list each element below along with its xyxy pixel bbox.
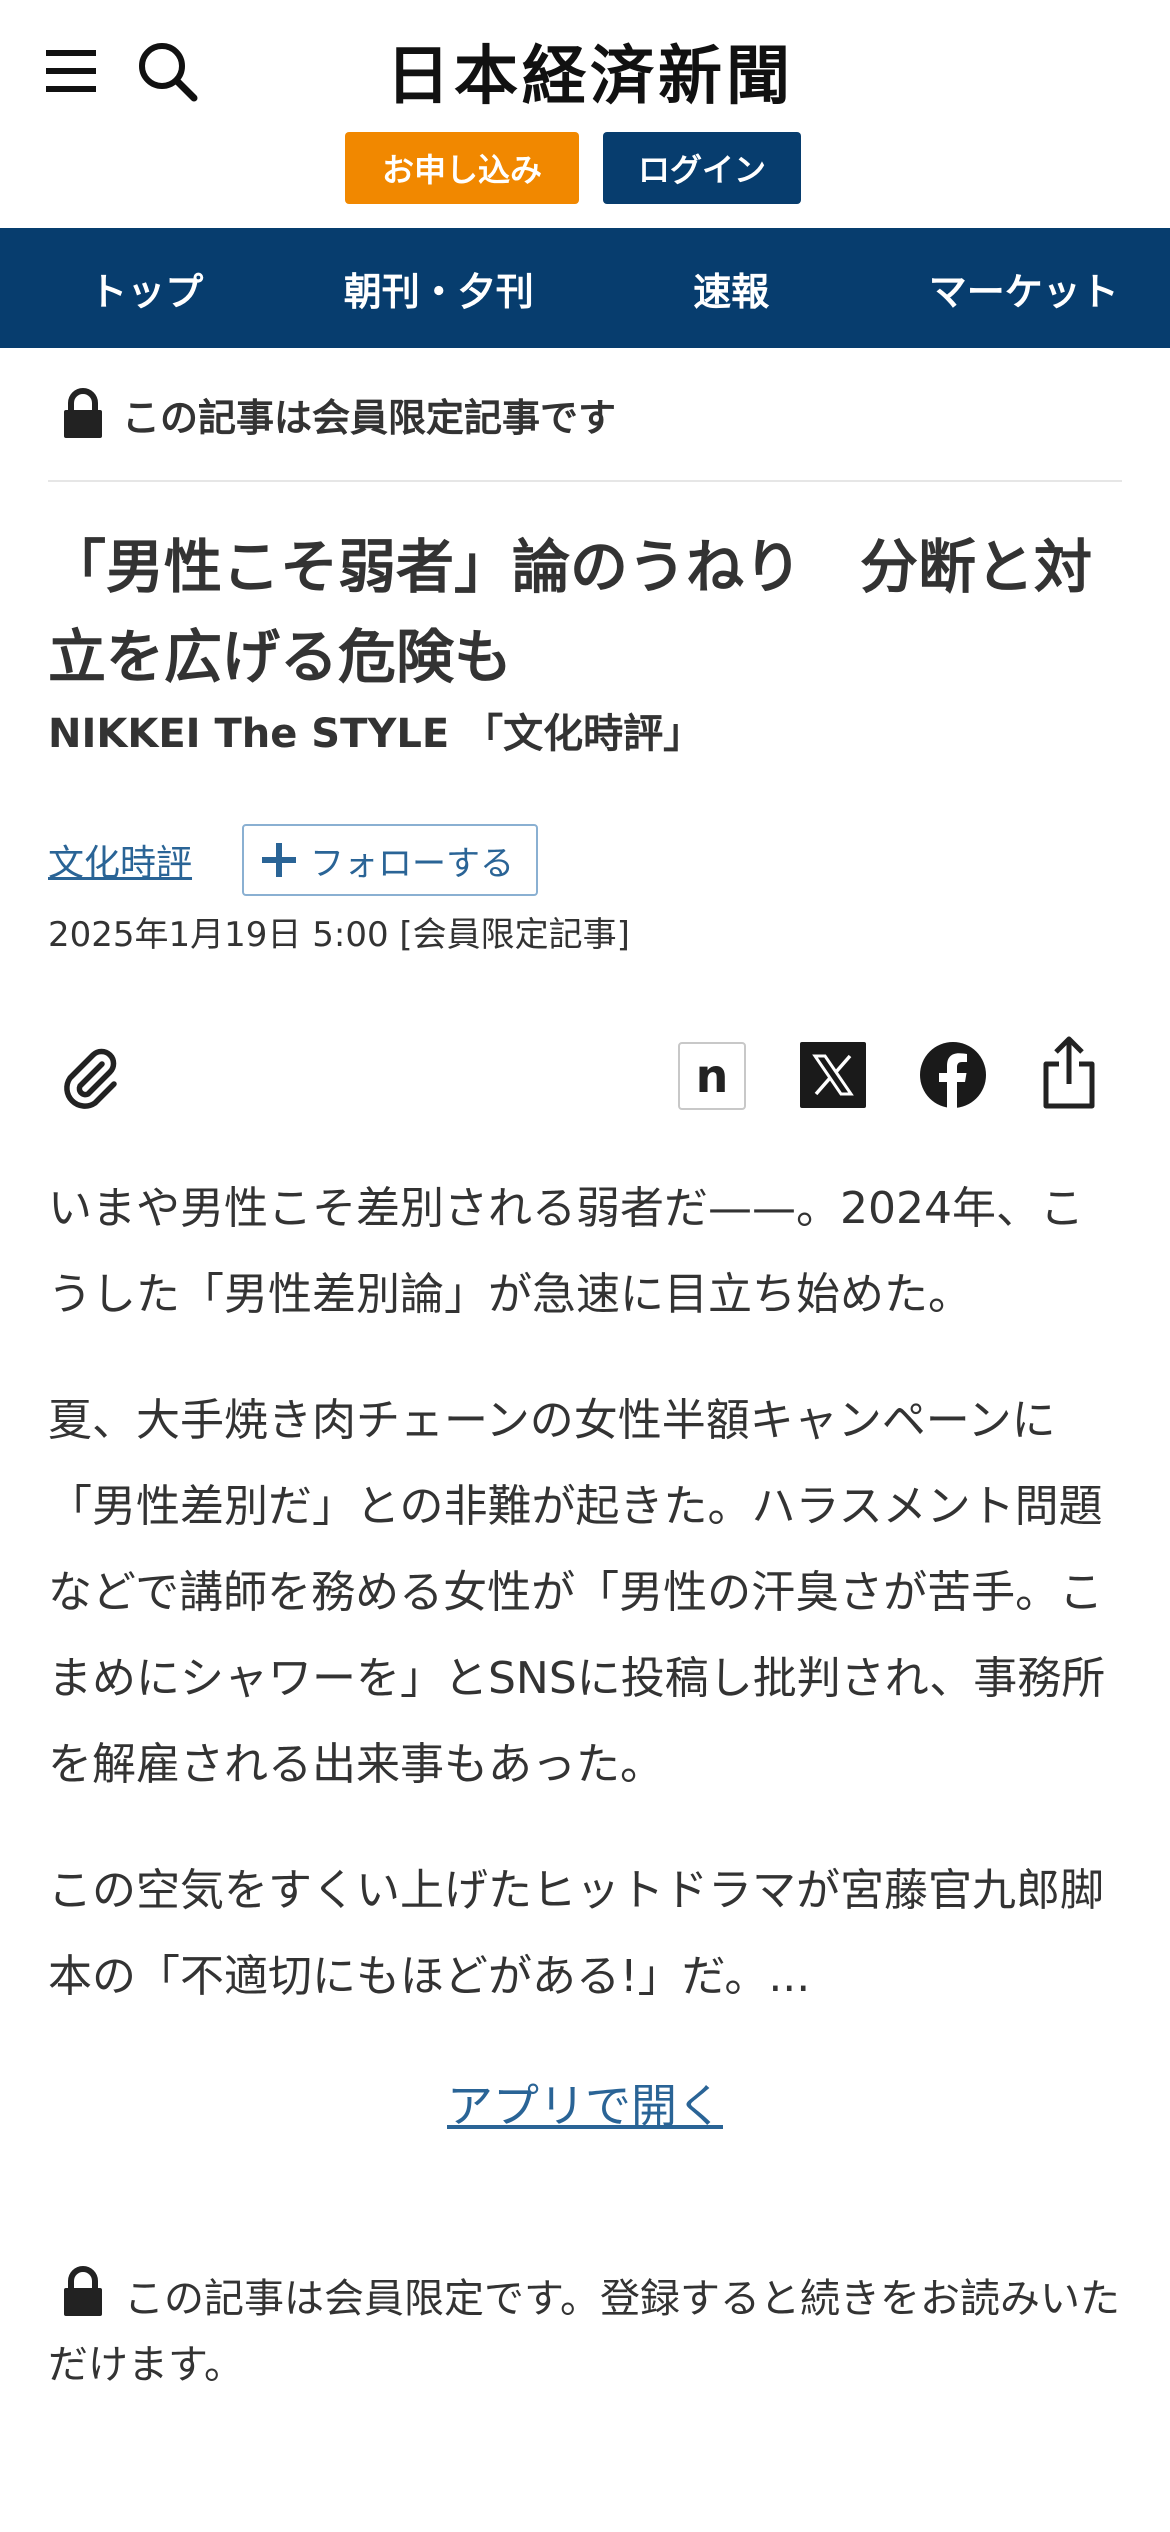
article-subtitle: NIKKEI The STYLE 「文化時評」	[48, 711, 704, 757]
paywall-notice: この記事は会員限定です。登録すると続きをお読みいただけます。	[48, 2266, 1122, 2398]
x-icon[interactable]	[800, 1042, 866, 1108]
publish-date: 2025年1月19日 5:00 [会員限定記事]	[48, 915, 630, 955]
facebook-icon[interactable]	[918, 1040, 988, 1110]
apply-button[interactable]: お申し込み	[345, 132, 579, 204]
hamburger-menu-icon[interactable]	[44, 44, 100, 100]
paywall-notice-text: この記事は会員限定です。登録すると続きをお読みいただけます。	[48, 2276, 1120, 2388]
nav-item-morning-evening[interactable]: 朝刊・夕刊	[293, 261, 586, 316]
article-title: 「男性こそ弱者」論のうねり 分断と対立を広げる危険も	[48, 533, 1093, 691]
lock-icon	[64, 388, 102, 438]
article: この記事は会員限定記事です 「男性こそ弱者」論のうねり 分断と対立を広げる危険も…	[48, 348, 1122, 2398]
search-icon[interactable]	[134, 38, 200, 104]
share-toolbar: n	[48, 1012, 1122, 1142]
nav-item-top[interactable]: トップ	[0, 261, 293, 316]
body-paragraph: 夏、大手焼き肉チェーンの女性半額キャンペーンに「男性差別だ」との非難が起きた。ハ…	[48, 1395, 1106, 1790]
topic-link[interactable]: 文化時評	[48, 834, 192, 886]
plus-icon	[262, 843, 297, 877]
lock-icon	[64, 2266, 102, 2316]
body-paragraph: この空気をすくい上げたヒットドラマが宮藤官九郎脚本の「不適切にもほどがある!」だ…	[48, 1865, 1104, 2002]
nav-item-market[interactable]: マーケット	[878, 261, 1170, 316]
follow-label: フォローする	[310, 843, 515, 884]
site-header: 日本経済新聞 お申し込み ログイン	[0, 0, 1170, 228]
follow-button[interactable]: フォローする	[242, 824, 539, 896]
paperclip-icon[interactable]	[56, 1042, 126, 1112]
nav-item-breaking[interactable]: 速報	[585, 261, 878, 316]
article-body: いまや男性こそ差別される弱者だ——。2024年、こうした「男性差別論」が急速に目…	[48, 1166, 1122, 2020]
main-nav: トップ 朝刊・夕刊 速報 マーケット	[0, 228, 1170, 348]
nikkei-n-icon[interactable]: n	[678, 1042, 746, 1110]
open-in-app-link[interactable]: アプリで開く	[48, 2070, 1122, 2136]
member-only-notice: この記事は会員限定記事です	[48, 348, 1122, 482]
login-button[interactable]: ログイン	[603, 132, 801, 204]
site-logo[interactable]: 日本経済新聞	[330, 30, 850, 114]
share-icon[interactable]	[1038, 1034, 1100, 1110]
body-paragraph: いまや男性こそ差別される弱者だ——。2024年、こうした「男性差別論」が急速に目…	[48, 1183, 1084, 1320]
topic-row: 文化時評 フォローする	[48, 824, 1122, 896]
member-notice-text: この記事は会員限定記事です	[122, 395, 617, 440]
